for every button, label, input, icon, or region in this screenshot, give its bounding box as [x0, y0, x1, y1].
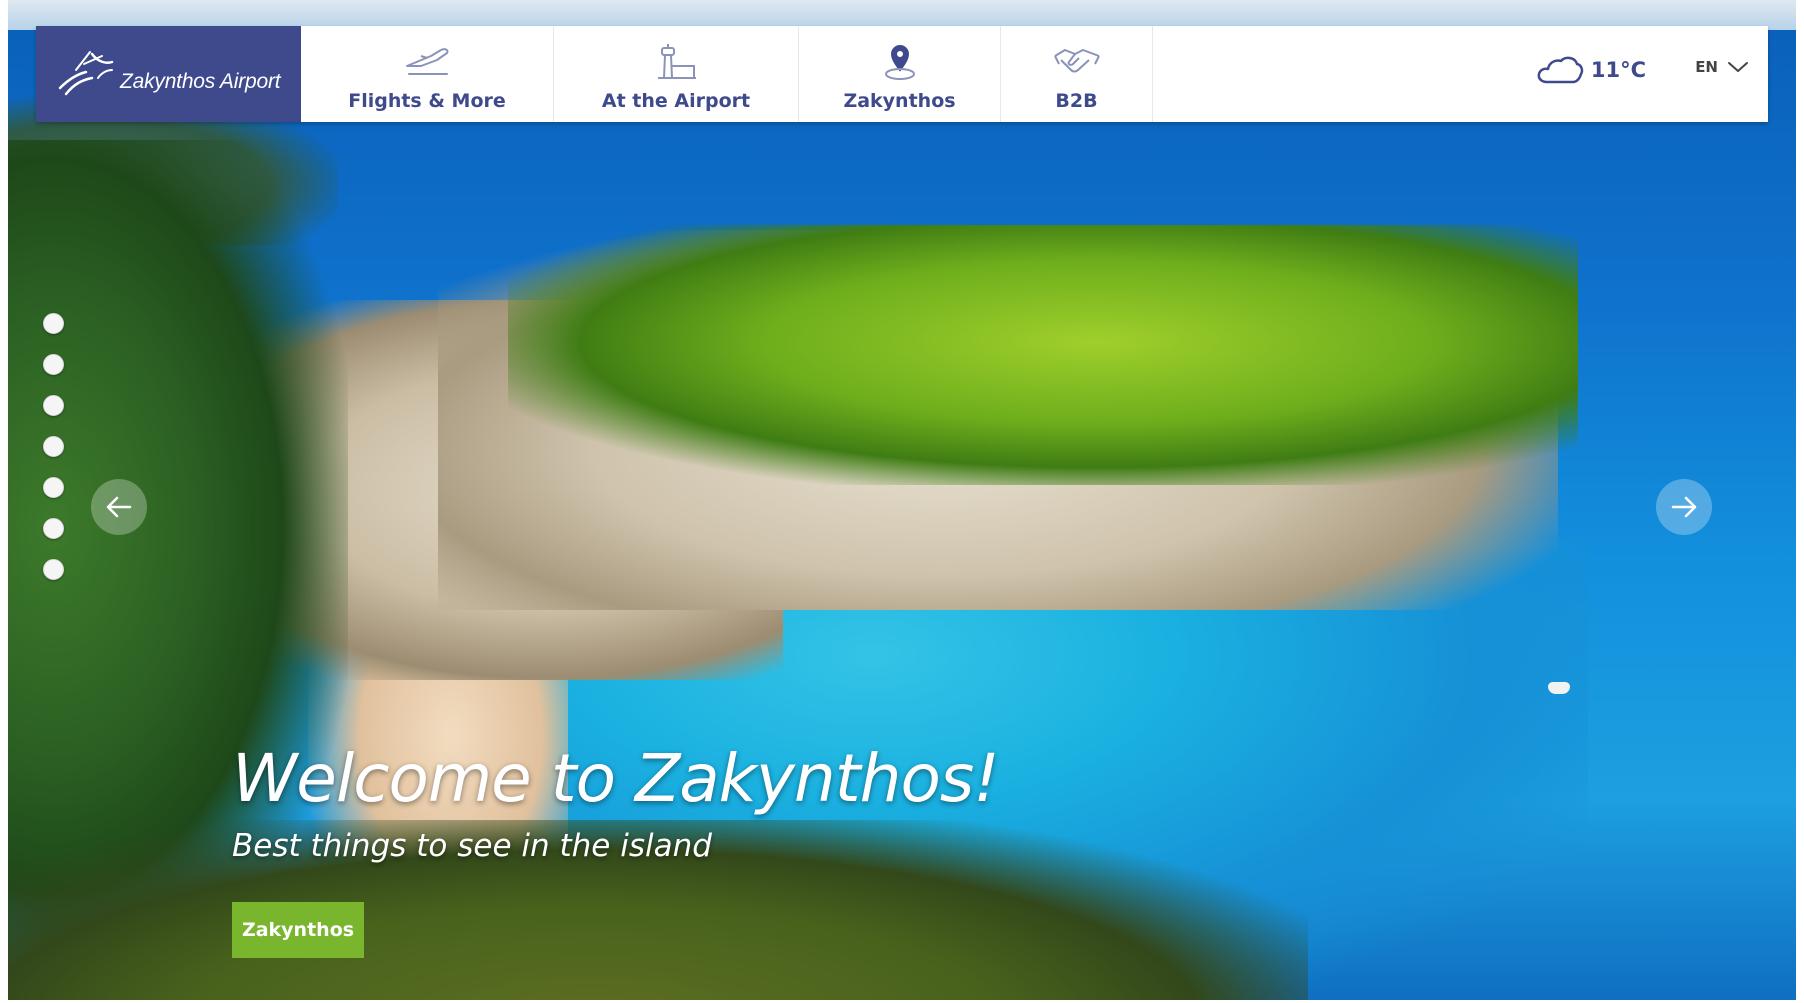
logo-text: Zakynthos Airport	[120, 70, 281, 93]
temperature-value: 11°C	[1590, 58, 1646, 82]
weather-widget: 11°C	[1535, 52, 1646, 88]
chevron-down-icon	[1728, 62, 1748, 72]
slider-dot-6[interactable]	[43, 518, 64, 539]
site-logo[interactable]: Zakynthos Airport	[36, 26, 301, 122]
slider-prev-button[interactable]	[91, 479, 147, 535]
handshake-icon	[1053, 49, 1100, 73]
map-pin-icon	[884, 45, 915, 80]
hero-boat	[1548, 682, 1570, 694]
slider-dot-2[interactable]	[43, 354, 64, 375]
slider-dot-7[interactable]	[43, 559, 64, 580]
arrow-left-icon	[106, 496, 132, 518]
top-navigation-bar: Zakynthos Airport Flights & More At the …	[36, 26, 1768, 122]
hero-cta-button[interactable]: Zakynthos	[232, 902, 364, 958]
nav-label-at-the-airport: At the Airport	[601, 90, 751, 112]
slider-pagination	[43, 313, 64, 600]
nav-item-b2b[interactable]: B2B	[1001, 26, 1153, 122]
slider-dot-5[interactable]	[43, 477, 64, 498]
slider-dot-1[interactable]	[43, 313, 64, 334]
nav-item-zakynthos[interactable]: Zakynthos	[799, 26, 1001, 122]
nav-label-b2b: B2B	[1055, 90, 1098, 112]
airport-logo-icon	[58, 51, 114, 96]
nav-item-flights-more[interactable]: Flights & More	[301, 26, 554, 122]
slider-dot-4[interactable]	[43, 436, 64, 457]
slider-next-button[interactable]	[1656, 479, 1712, 535]
nav-label-zakynthos: Zakynthos	[843, 90, 956, 112]
airplane-takeoff-icon	[406, 48, 449, 75]
slider-dot-3[interactable]	[43, 395, 64, 416]
cloud-icon	[1537, 56, 1584, 84]
arrow-right-icon	[1671, 496, 1697, 518]
hero-cliff-vegetation	[508, 225, 1578, 485]
control-tower-icon	[658, 44, 696, 79]
hero-headline: Welcome to Zakynthos!	[232, 740, 1000, 817]
language-selector[interactable]: EN	[1695, 58, 1750, 76]
language-label: EN	[1695, 58, 1718, 76]
nav-label-flights-more: Flights & More	[348, 90, 506, 112]
hero-subline: Best things to see in the island	[232, 828, 712, 864]
nav-item-at-the-airport[interactable]: At the Airport	[554, 26, 799, 122]
